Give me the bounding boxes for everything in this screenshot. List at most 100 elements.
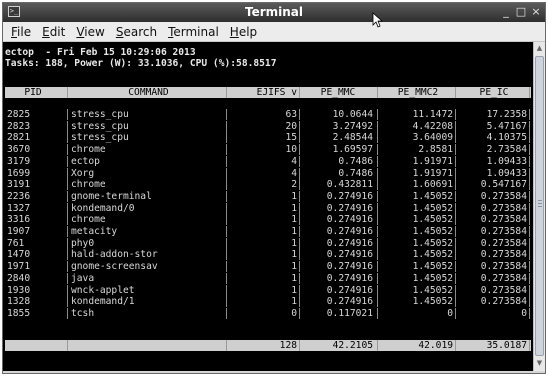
column-separator	[455, 307, 456, 319]
vertical-scrollbar[interactable]: ▲ ▼	[533, 42, 545, 371]
column-separator	[226, 272, 227, 284]
table-row: 3191 chrome 2 0.432811 1.60691 0.547167	[5, 179, 531, 191]
terminal-output[interactable]: ectop - Fri Feb 15 10:29:06 2013 Tasks: …	[3, 42, 533, 371]
column-separator	[529, 237, 530, 249]
column-separator	[67, 144, 68, 156]
cell-command: kondemand/1	[71, 296, 135, 308]
cell-ejifs: 4	[291, 167, 297, 179]
column-separator	[299, 296, 300, 308]
status-line-time: ectop - Fri Feb 15 10:29:06 2013	[5, 47, 196, 58]
column-separator	[67, 226, 68, 237]
column-separator	[299, 226, 300, 237]
menu-view[interactable]: View	[72, 25, 111, 39]
cell-pid: 3316	[7, 214, 31, 226]
column-separator	[377, 237, 378, 249]
cell-pid: 3191	[7, 179, 31, 191]
column-separator	[455, 179, 456, 191]
table-row: 1328 kondemand/1 1 0.274916 1.45052 0.273584	[5, 296, 531, 308]
cell-pe-mmc2: 1.91971	[412, 167, 453, 179]
close-button[interactable]: ×	[529, 5, 543, 19]
cell-pid: 1855	[7, 307, 31, 319]
thumb-grip-line	[538, 203, 542, 204]
column-separator	[299, 155, 300, 167]
cell-pe-mmc: 0.7486	[338, 155, 373, 167]
cell-pe-mmc: 2.48544	[332, 132, 373, 144]
cell-ejifs: 1	[291, 237, 297, 249]
cell-pe-ic: 0.273584	[480, 237, 527, 249]
thumb-grip-line	[538, 206, 542, 207]
cell-pid: 1971	[7, 261, 31, 273]
column-separator	[226, 179, 227, 191]
table-row: 1327 kondemand/0 1 0.274916 1.45052 0.273584	[5, 202, 531, 214]
column-separator	[529, 226, 530, 237]
column-separator	[377, 132, 378, 144]
column-separator	[455, 214, 456, 226]
column-separator	[299, 202, 300, 214]
cell-ejifs: 10	[285, 144, 297, 156]
menu-bar: File Edit View Search Terminal Help	[3, 22, 545, 42]
scroll-down-arrow-icon[interactable]: ▼	[534, 358, 545, 369]
column-separator	[67, 155, 68, 167]
table-row: 1930 wnck-applet 1 0.274916 1.45052 0.273584	[5, 284, 531, 296]
cell-pe-mmc2: 1.45052	[412, 202, 453, 214]
cell-ejifs: 1	[291, 226, 297, 237]
column-separator	[377, 179, 378, 191]
column-separator	[377, 272, 378, 284]
column-separator	[67, 296, 68, 308]
cell-pe-ic: 0.273584	[480, 284, 527, 296]
cell-command: chrome	[71, 144, 106, 156]
scrollbar-thumb[interactable]	[535, 56, 544, 356]
column-separator	[377, 340, 378, 351]
header-command: COMMAND	[128, 87, 169, 98]
cell-command: gnome-screensav	[71, 261, 158, 273]
column-separator	[67, 249, 68, 261]
cell-pid: 2823	[7, 120, 31, 132]
total-ejifs: 128	[279, 340, 297, 351]
menu-file[interactable]: File	[7, 25, 38, 39]
column-separator	[226, 120, 227, 132]
menu-search[interactable]: Search	[112, 25, 164, 39]
menu-edit[interactable]: Edit	[38, 25, 72, 39]
cell-pe-mmc2: 1.45052	[412, 190, 453, 202]
column-separator	[529, 167, 530, 179]
column-separator	[529, 249, 530, 261]
column-separator	[67, 261, 68, 273]
cell-pe-ic: 0.273584	[480, 272, 527, 284]
cell-command: chrome	[71, 214, 106, 226]
cell-pe-mmc: 0.274916	[326, 249, 373, 261]
cell-command: stress_cpu	[71, 120, 129, 132]
table-row: 1907 metacity 1 0.274916 1.45052 0.273584	[5, 226, 531, 237]
column-separator	[67, 214, 68, 226]
column-separator	[226, 214, 227, 226]
table-row: 1470 hald-addon-stor 1 0.274916 1.45052 0.273…	[5, 249, 531, 261]
column-separator	[226, 132, 227, 144]
table-row: 1855 tcsh 0 0.117021 0 0	[5, 307, 531, 319]
mouse-pointer-icon	[372, 12, 384, 28]
scroll-up-arrow-icon[interactable]: ▲	[534, 43, 545, 54]
column-separator	[377, 261, 378, 273]
column-separator	[226, 284, 227, 296]
column-separator	[67, 284, 68, 296]
cell-command: gnome-terminal	[71, 190, 152, 202]
cell-pe-mmc2: 0	[447, 307, 453, 319]
column-separator	[226, 307, 227, 319]
column-separator	[529, 272, 530, 284]
column-separator	[226, 340, 227, 351]
total-pid	[7, 340, 59, 351]
table-row: 2825 stress_cpu 63 10.0644 11.1472 17.2358	[5, 109, 531, 120]
menu-terminal[interactable]: Terminal	[164, 25, 226, 39]
column-separator	[226, 87, 227, 98]
cell-pe-mmc: 0.274916	[326, 237, 373, 249]
column-separator	[67, 167, 68, 179]
maximize-button[interactable]: □	[514, 5, 528, 19]
column-separator	[299, 237, 300, 249]
cell-pe-mmc: 0.274916	[326, 261, 373, 273]
cell-pe-mmc2: 1.91971	[412, 155, 453, 167]
cell-ejifs: 1	[291, 261, 297, 273]
column-separator	[299, 249, 300, 261]
title-bar[interactable]: >_ Terminal _ □ ×	[3, 3, 545, 28]
cell-pid: 2821	[7, 132, 31, 144]
minimize-button[interactable]: _	[499, 5, 513, 19]
column-separator	[67, 179, 68, 191]
menu-help[interactable]: Help	[226, 25, 264, 39]
